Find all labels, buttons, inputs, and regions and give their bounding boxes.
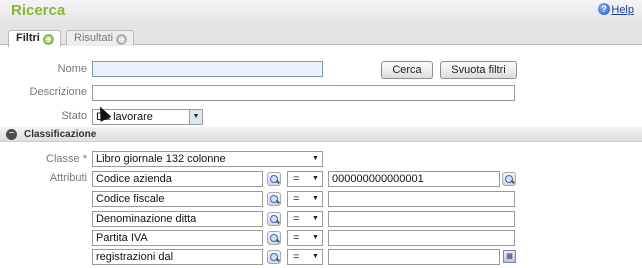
classe-value: Libro giornale 132 colonne [96, 153, 226, 165]
attribute-name-field[interactable]: Denominazione ditta [92, 211, 263, 227]
attribute-value-input[interactable] [328, 249, 500, 265]
classification-section-header[interactable]: − Classificazione [0, 127, 642, 142]
operator-select[interactable]: = ▼ [287, 171, 323, 187]
nome-label: Nome [57, 63, 87, 75]
tab-bar: Filtri ⊕ Risultati ⊕ [0, 28, 642, 47]
magnifier-icon[interactable] [267, 192, 281, 206]
section-title: Classificazione [24, 129, 97, 140]
operator-value: = [293, 232, 300, 244]
operator-select[interactable]: = ▼ [287, 249, 323, 265]
operator-select[interactable]: = ▼ [287, 211, 323, 227]
nome-input[interactable] [92, 61, 323, 77]
chevron-down-icon[interactable]: ▼ [309, 192, 322, 206]
filter-circle-icon: ⊕ [116, 34, 128, 45]
calendar-icon[interactable]: ▦ [503, 250, 516, 263]
attribute-value-input[interactable]: 000000000000001 [328, 171, 500, 187]
descrizione-label: Descrizione [29, 86, 87, 98]
classe-select[interactable]: Libro giornale 132 colonne ▼ [92, 151, 323, 167]
magnifier-icon[interactable] [502, 172, 516, 186]
tab-filtri-label: Filtri [16, 32, 40, 44]
attributi-label: Attributi [49, 172, 87, 184]
chevron-down-icon[interactable]: ▼ [309, 212, 322, 226]
stato-label: Stato [61, 110, 87, 122]
classe-label: Classe * [46, 153, 87, 165]
operator-value: = [293, 251, 300, 263]
search-button[interactable]: Cerca [381, 61, 433, 79]
chevron-down-icon[interactable]: ▼ [309, 152, 322, 166]
magnifier-icon[interactable] [267, 231, 281, 245]
attribute-value-input[interactable] [328, 230, 515, 246]
attribute-name-field[interactable]: Codice azienda [92, 171, 263, 187]
operator-select[interactable]: = ▼ [287, 230, 323, 246]
operator-value: = [293, 213, 300, 225]
tab-risultati[interactable]: Risultati ⊕ [66, 30, 135, 46]
chevron-down-icon[interactable]: ▼ [189, 110, 202, 124]
tab-filtri[interactable]: Filtri ⊕ [8, 30, 61, 47]
help-link[interactable]: Help [611, 4, 634, 16]
attribute-name-field[interactable]: Partita IVA [92, 230, 263, 246]
operator-value: = [293, 173, 300, 185]
chevron-down-icon[interactable]: ▼ [309, 250, 322, 264]
magnifier-icon[interactable] [267, 212, 281, 226]
page-title: Ricerca [11, 2, 66, 19]
collapse-icon[interactable]: − [6, 129, 17, 140]
attribute-name-field[interactable]: Codice fiscale [92, 191, 263, 207]
magnifier-icon[interactable] [267, 250, 281, 264]
attribute-value-input[interactable] [328, 191, 515, 207]
operator-select[interactable]: = ▼ [287, 191, 323, 207]
question-circle-icon[interactable]: ? [598, 3, 610, 15]
chevron-down-icon[interactable]: ▼ [309, 172, 322, 186]
attribute-name-field[interactable]: registrazioni dal [92, 249, 263, 265]
attribute-value-input[interactable] [328, 211, 515, 227]
magnifier-icon[interactable] [267, 172, 281, 186]
chevron-down-icon[interactable]: ▼ [309, 231, 322, 245]
tab-risultati-label: Risultati [74, 32, 114, 44]
clear-filters-button[interactable]: Svuota filtri [440, 61, 517, 79]
operator-value: = [293, 193, 300, 205]
header-bar: Ricerca ? Help [0, 0, 642, 28]
filter-circle-icon: ⊕ [42, 34, 54, 45]
descrizione-input[interactable] [92, 85, 515, 101]
